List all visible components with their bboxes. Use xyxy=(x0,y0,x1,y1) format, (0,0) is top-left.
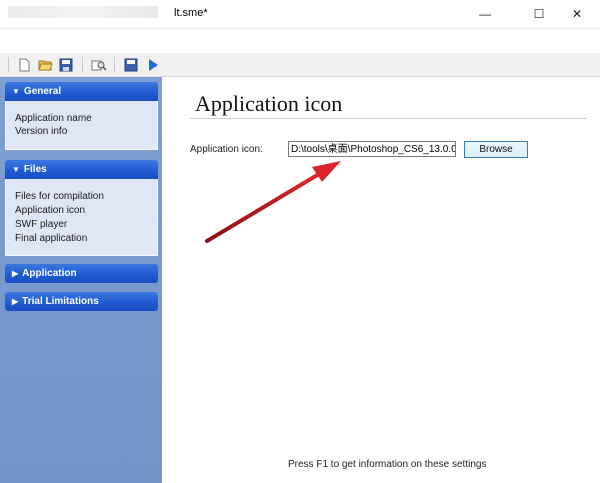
annotation-arrow-icon xyxy=(205,161,341,243)
